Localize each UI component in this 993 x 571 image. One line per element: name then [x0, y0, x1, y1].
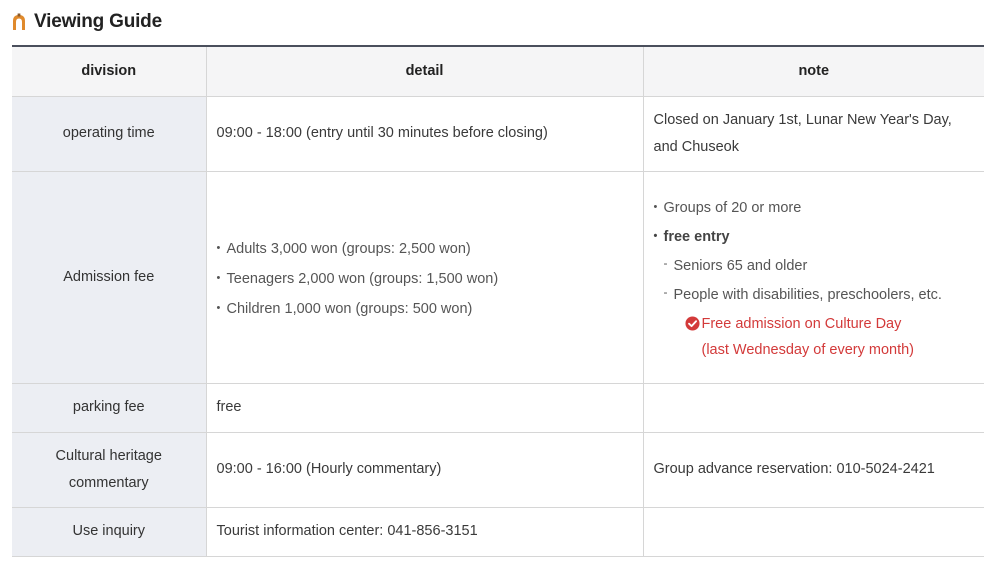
division-cell: operating time — [12, 96, 207, 172]
detail-cell: Tourist information center: 041-856-3151 — [206, 507, 644, 557]
admission-note-list: • Groups of 20 or more • free entry - Senio… — [654, 194, 975, 310]
division-cell: Admission fee — [12, 171, 207, 384]
table-row-commentary: Cultural heritage commentary 09:00 - 16:… — [12, 432, 984, 508]
division-cell: parking fee — [12, 383, 207, 433]
note-cell — [643, 383, 984, 433]
list-item: - People with disabilities, preschoolers,… — [663, 284, 942, 303]
list-item: • Teenagers 2,000 won (groups: 1,500 won) — [216, 270, 499, 287]
check-circle-icon — [684, 315, 700, 331]
detail-cell: • Adults 3,000 won (groups: 2,500 won) • T… — [206, 171, 644, 384]
division-cell: Use inquiry — [12, 507, 207, 557]
header-division: division — [12, 46, 207, 97]
list-item: - Seniors 65 and older — [663, 255, 808, 274]
table-header-row: division detail note — [12, 46, 984, 97]
list-item: • Adults 3,000 won (groups: 2,500 won) — [216, 240, 471, 257]
note-cell — [643, 507, 984, 557]
note-cell: Closed on January 1st, Lunar New Year's … — [643, 96, 984, 172]
detail-cell: 09:00 - 18:00 (entry until 30 minutes be… — [206, 96, 644, 172]
arch-gate-icon — [13, 13, 25, 30]
viewing-guide-table: division detail note operating time 09:0… — [12, 45, 984, 557]
culture-day-note: Free admission on Culture Day (last Wedn… — [654, 311, 975, 363]
division-cell: Cultural heritage commentary — [12, 432, 207, 508]
list-item: • Groups of 20 or more — [653, 199, 802, 216]
note-cell: • Groups of 20 or more • free entry - Senio… — [643, 171, 984, 384]
detail-cell: 09:00 - 16:00 (Hourly commentary) — [206, 432, 644, 508]
admission-price-list: • Adults 3,000 won (groups: 2,500 won) • T… — [217, 234, 633, 324]
table-row-use-inquiry: Use inquiry Tourist information center: … — [12, 507, 984, 557]
header-note: note — [643, 46, 984, 97]
table-row-admission-fee: Admission fee • Adults 3,000 won (groups:… — [12, 171, 984, 384]
page-title: Viewing Guide — [34, 11, 162, 32]
list-item: • free entry — [653, 228, 730, 245]
table-row-parking-fee: parking fee free — [12, 383, 984, 433]
detail-cell: free — [206, 383, 644, 433]
list-item: • Children 1,000 won (groups: 500 won) — [216, 300, 473, 317]
table-row-operating-time: operating time 09:00 - 18:00 (entry unti… — [12, 96, 984, 172]
note-cell: Group advance reservation: 010-5024-2421 — [643, 432, 984, 508]
section-title: Viewing Guide — [10, 9, 162, 35]
header-detail: detail — [206, 46, 644, 97]
